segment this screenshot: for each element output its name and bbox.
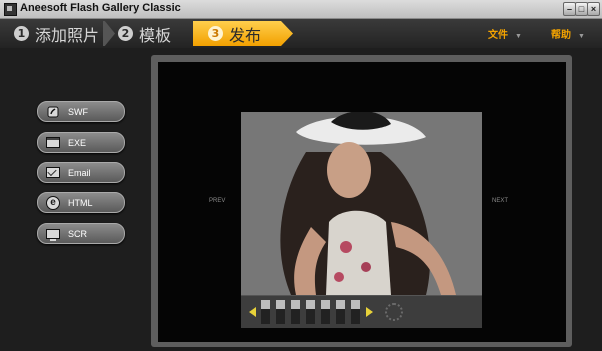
exe-button[interactable]: EXE xyxy=(37,132,125,153)
window-icon xyxy=(46,137,60,148)
thumbnail[interactable] xyxy=(261,300,270,324)
scr-button[interactable]: SCR xyxy=(37,223,125,244)
window-title: Aneesoft Flash Gallery Classic xyxy=(20,2,181,14)
envelope-icon xyxy=(46,167,60,178)
title-bar: Aneesoft Flash Gallery Classic – □ × xyxy=(0,0,602,19)
step-separator xyxy=(103,21,115,46)
chevron-down-icon: ▼ xyxy=(578,33,585,40)
step-3-number: 3 xyxy=(208,26,223,41)
step-template-tab[interactable]: 2 模板 xyxy=(118,21,171,46)
scroll-right-arrow-icon[interactable] xyxy=(366,307,373,317)
prev-button[interactable]: PREV xyxy=(209,198,225,204)
step-2-label: 模板 xyxy=(139,27,172,45)
thumbnail[interactable] xyxy=(351,300,360,324)
file-menu-label: 文件 xyxy=(488,30,508,41)
preview-photo xyxy=(241,112,482,295)
exe-label: EXE xyxy=(68,137,87,148)
step-1-label: 添加照片 xyxy=(35,27,100,45)
app-window: Aneesoft Flash Gallery Classic – □ × 1 添… xyxy=(0,0,602,351)
swf-button[interactable]: SWF xyxy=(37,101,125,122)
loading-gear-icon xyxy=(385,303,403,321)
thumbnail[interactable] xyxy=(291,300,300,324)
thumbnail[interactable] xyxy=(276,300,285,324)
chevron-down-icon: ▼ xyxy=(515,33,522,40)
scroll-left-arrow-icon[interactable] xyxy=(249,307,256,317)
swf-label: SWF xyxy=(68,106,88,117)
step-publish-tab[interactable]: 3 发布 xyxy=(208,21,261,46)
app-icon xyxy=(4,3,17,16)
step-2-number: 2 xyxy=(118,26,133,41)
thumbnail[interactable] xyxy=(336,300,345,324)
thumbnail[interactable] xyxy=(321,300,330,324)
next-button[interactable]: NEXT xyxy=(492,198,508,204)
email-button[interactable]: Email xyxy=(37,162,125,183)
html-button[interactable]: e HTML xyxy=(37,192,125,213)
ie-glyph: e xyxy=(46,195,60,210)
scr-label: SCR xyxy=(68,228,88,239)
help-menu[interactable]: 帮助 ▼ xyxy=(551,26,585,41)
ie-icon: e xyxy=(46,195,60,210)
thumbnail[interactable] xyxy=(306,300,315,324)
file-menu[interactable]: 文件 ▼ xyxy=(488,26,522,41)
step-add-photos-tab[interactable]: 1 添加照片 xyxy=(14,21,99,46)
email-label: Email xyxy=(68,167,91,178)
html-label: HTML xyxy=(68,197,93,208)
help-menu-label: 帮助 xyxy=(551,30,571,41)
close-button[interactable]: × xyxy=(587,2,600,16)
step-3-label: 发布 xyxy=(229,27,262,45)
swf-icon xyxy=(46,106,60,117)
step-1-number: 1 xyxy=(14,26,29,41)
monitor-icon xyxy=(46,228,60,241)
